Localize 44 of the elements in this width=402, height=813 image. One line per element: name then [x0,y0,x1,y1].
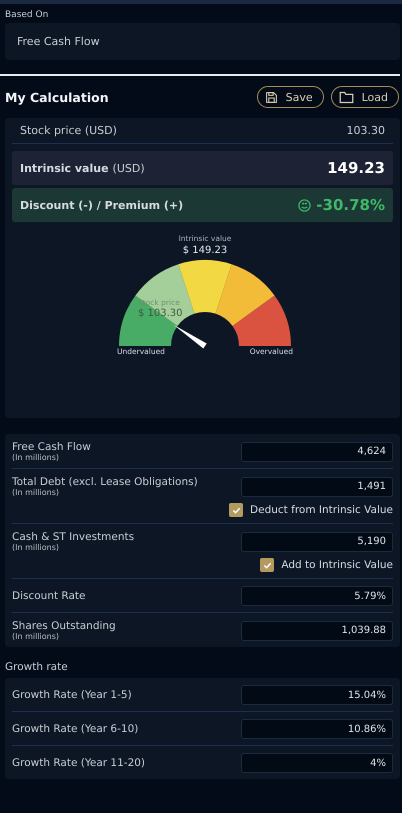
field-note: (In millions) [12,453,60,462]
input-field[interactable]: 15.04% [241,685,393,705]
checkbox[interactable] [260,558,274,572]
folder-icon [338,90,354,104]
unit-label: (USD) [112,162,145,174]
field-label: Cash & ST Investments [12,531,134,543]
check-icon [232,506,241,514]
checkbox-label: Add to Intrinsic Value [281,559,393,571]
field-label: Discount Rate [12,590,86,602]
save-icon [264,90,278,104]
smiley-icon [298,198,312,212]
field-label: Growth Rate (Year 6-10) [12,723,138,735]
stock-price-label: Stock price (USD) [20,124,117,137]
discount-label: Discount (-) / Premium (+) [20,198,184,212]
field-label: Free Cash Flow [12,441,91,453]
checkbox-label: Deduct from Intrinsic Value [250,504,393,516]
field-label: Shares Outstanding [12,620,116,632]
field-label: Growth Rate (Year 11-20) [12,757,146,769]
input-field[interactable]: 4% [241,753,393,773]
section-title: Growth rate [4,660,69,675]
gauge-value: $ 149.23 [182,245,228,256]
gauge-needle [174,324,207,348]
field-note: (In millions) [12,488,60,497]
intrinsic-value-label: Intrinsic value [20,162,109,174]
field-label: Growth Rate (Year 1-5) [12,689,132,701]
checkbox[interactable] [229,503,244,517]
input-field[interactable]: 10.86% [241,719,393,739]
section-title: My Calculation [5,90,110,104]
input-field[interactable]: 5,190 [241,532,393,552]
stock-price-value: 103.30 [346,124,385,137]
field-label: Based On [4,9,50,22]
load-button[interactable]: Load [330,86,399,108]
input-field[interactable]: 5.79% [241,586,393,606]
select-field[interactable]: Free Cash Flow [5,23,400,60]
field-label: Total Debt (excl. Lease Obligations) [12,476,198,488]
discount-value: -30.78% [316,196,385,214]
save-button[interactable]: Save [256,86,324,108]
input-field[interactable]: 1,491 [241,476,393,496]
input-field[interactable]: 4,624 [241,442,393,462]
check-icon [262,560,272,570]
input-field[interactable]: 1,039.88 [241,620,393,640]
intrinsic-value: 149.23 [327,159,385,177]
field-note: (In millions) [12,632,60,641]
field-note: (In millions) [12,543,60,552]
